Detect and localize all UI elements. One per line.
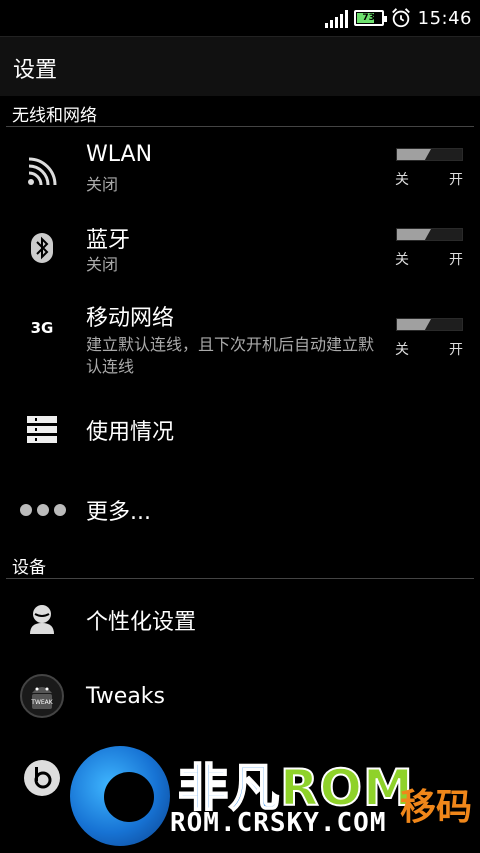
3g-icon: 3G [20,306,64,350]
toggle-on-label: 开 [449,342,463,358]
android-tweaks-icon: TWEAK [20,674,64,718]
section-label: 设备 [12,558,46,578]
section-label: 无线和网络 [12,106,97,126]
action-bar: 设置 [0,36,480,96]
watermark-side-text: 移码 [399,787,472,828]
svg-text:TWEAK: TWEAK [30,699,53,706]
bluetooth-icon [20,226,64,270]
more-dots-icon [18,488,68,532]
status-bar: 73 15:46 [0,0,480,36]
item-title: 使用情况 [86,420,175,445]
item-subtitle: 关闭 [86,175,119,194]
item-title: 个性化设置 [86,610,197,635]
person-icon [20,597,64,641]
alarm-clock-icon [391,8,410,28]
battery-level: 73 [362,13,375,23]
settings-item-wlan[interactable]: WLAN 关闭 关 开 [0,130,480,210]
item-subtitle: 建立默认连线，且下次开机后自动建立默认连线 [86,335,375,376]
page-title: 设置 [13,58,58,83]
wlan-toggle[interactable]: 关 开 [393,148,463,192]
settings-item-personalize[interactable]: 个性化设置 [0,580,480,660]
item-title: 移动网络 [86,306,175,331]
beats-icon [20,756,64,800]
toggle-off-label: 关 [395,342,409,358]
settings-item-mobile-network[interactable]: 3G 移动网络 建立默认连线，且下次开机后自动建立默认连线 关 开 [0,290,480,390]
bluetooth-toggle[interactable]: 关 开 [393,228,463,272]
toggle-on-label: 开 [449,252,463,268]
item-title: WLAN [86,142,153,167]
divider [6,578,474,579]
toggle-off-label: 关 [395,252,409,268]
watermark-ring-icon [70,746,170,846]
toggle-on-label: 开 [449,172,463,188]
3g-icon-label: 3G [30,319,54,337]
toggle-off-label: 关 [395,172,409,188]
signal-icon [324,8,348,28]
divider [6,126,474,127]
battery-icon: 73 [353,10,387,26]
settings-item-tweaks[interactable]: TWEAK Tweaks [0,660,480,740]
item-subtitle: 关闭 [86,255,119,274]
item-title: Tweaks [86,684,166,709]
mobile-network-toggle[interactable]: 关 开 [393,318,463,362]
watermark-logo: 非凡ROM ROM.CRSKY.COM 移码 [70,740,480,853]
section-header-device: 设备 [0,551,480,579]
section-header-wireless: 无线和网络 [0,99,480,127]
data-usage-icon [20,408,64,452]
wifi-icon [20,146,64,190]
settings-item-more[interactable]: 更多... [0,470,480,550]
settings-item-bluetooth[interactable]: 蓝牙 关闭 关 开 [0,210,480,290]
item-title: 蓝牙 [86,228,131,253]
settings-item-usage[interactable]: 使用情况 [0,390,480,470]
item-title: 更多... [86,500,151,525]
watermark-url: ROM.CRSKY.COM [170,808,387,838]
clock: 15:46 [417,7,472,29]
